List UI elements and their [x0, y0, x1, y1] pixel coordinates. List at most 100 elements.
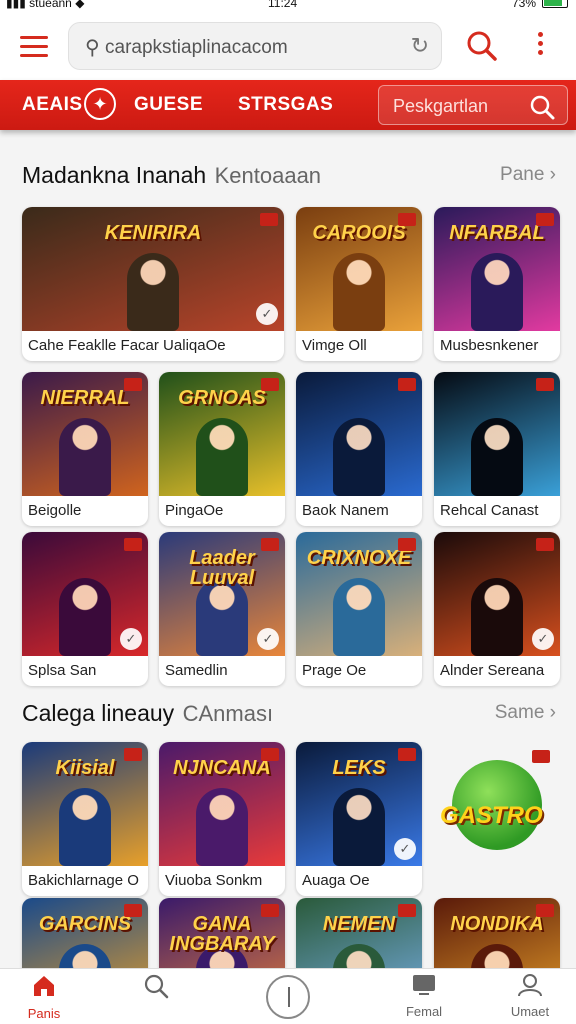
clock: 11:24	[268, 0, 298, 10]
section-subtitle: Kentoaaan	[214, 163, 322, 188]
game-logo-text: CAROOIS	[312, 222, 406, 244]
game-card-label: Alnder Sereana	[440, 662, 545, 679]
badge-icon	[398, 378, 416, 391]
home-icon	[34, 976, 54, 996]
game-thumbnail: ✓	[434, 532, 560, 656]
game-card[interactable]: LEKS ✓ Auaga Oe	[296, 742, 422, 896]
game-logo-text: NFARBAL	[449, 222, 545, 244]
game-logo-text: Laader Luuval	[189, 547, 255, 589]
game-card-label: Beigolle	[28, 502, 82, 519]
game-card[interactable]: Laader Luuval ✓ Samedlin	[159, 532, 285, 686]
hamburger-menu-button[interactable]	[20, 34, 50, 60]
game-card[interactable]: ✓ Splsa San	[22, 532, 148, 686]
badge-icon	[398, 748, 416, 761]
game-card[interactable]: NFARBAL Musbesnkener	[434, 207, 560, 361]
game-thumbnail: Kiisial	[22, 742, 148, 866]
brand-logo-icon[interactable]: ✦	[84, 88, 116, 120]
featured-game-tile[interactable]: GASTRO	[434, 742, 560, 862]
badge-icon	[124, 748, 142, 761]
game-card[interactable]: KENIRIRA ✓ Cahe Feaklle Facar UaliqaOe	[22, 207, 284, 361]
battery-percent: 73%	[511, 0, 536, 10]
game-card-label: Cahe Feaklle Facar UaliqaOe	[28, 337, 226, 354]
check-icon: ✓	[394, 838, 416, 860]
game-logo-text: LEKS	[332, 757, 386, 779]
section-more-link[interactable]: Same ›	[495, 702, 556, 724]
game-card[interactable]: Rehcal Canast	[434, 372, 560, 526]
character-figure	[471, 578, 523, 656]
bottom-nav-search[interactable]	[116, 973, 196, 1004]
game-thumbnail	[434, 372, 560, 496]
check-icon: ✓	[257, 628, 279, 650]
check-icon: ✓	[256, 303, 278, 325]
game-logo-text: CRIXNOXE	[306, 547, 412, 569]
more-options-button[interactable]	[532, 32, 548, 62]
game-card[interactable]: CAROOIS Vimge Oll	[296, 207, 422, 361]
game-card-label: Auaga Oe	[302, 872, 370, 889]
badge-icon	[536, 538, 554, 551]
bottom-nav: Panis Femal Umaet	[0, 968, 576, 1024]
game-logo-text: GANA INGBARAY	[169, 913, 275, 955]
game-logo-text: NIERRAL	[40, 387, 130, 409]
game-thumbnail: NIERRAL	[22, 372, 148, 496]
game-card[interactable]: Baok Nanem	[296, 372, 422, 526]
search-icon: ⚲	[85, 37, 100, 59]
game-card[interactable]: Kiisial Bakichlarnage O	[22, 742, 148, 896]
battery-icon	[542, 0, 568, 8]
badge-icon	[536, 378, 554, 391]
character-figure	[59, 788, 111, 866]
game-thumbnail: GRNOAS	[159, 372, 285, 496]
section-title: Calega lineauy	[22, 700, 175, 726]
bottom-nav-center-button[interactable]	[266, 975, 310, 1019]
game-card-label: Musbesnkener	[440, 337, 539, 354]
game-card-label: Viuoba Sonkm	[165, 872, 263, 889]
game-card[interactable]: ✓ Alnder Sereana	[434, 532, 560, 686]
game-thumbnail	[296, 372, 422, 496]
game-card[interactable]: NIERRAL Beigolle	[22, 372, 148, 526]
nav-tab-3[interactable]: STRSGAS	[238, 94, 333, 116]
badge-icon	[124, 904, 142, 917]
carrier-label: ▮▮▮ stueann ◆	[6, 0, 85, 10]
nav-tab-1[interactable]: AEAIS	[22, 94, 83, 116]
section-subtitle: CAnması	[182, 701, 274, 726]
game-card-label: Samedlin	[165, 662, 228, 679]
game-card-label: PingaOe	[165, 502, 224, 519]
section-more-link[interactable]: Pane ›	[500, 164, 556, 186]
search-button[interactable]	[466, 30, 498, 62]
bottom-nav-tv[interactable]: Femal	[384, 973, 464, 1019]
nav-tab-2[interactable]: GUESE	[134, 94, 203, 116]
game-logo-text: GRNOAS	[178, 387, 266, 409]
badge-icon	[261, 538, 279, 551]
section-header: Calega lineauy CAnması Same ›	[22, 700, 556, 730]
game-logo-text: NEMEN	[322, 913, 396, 935]
address-bar[interactable]: ⚲ carapkstiaplinacacom ↻	[68, 22, 442, 70]
game-thumbnail: Laader Luuval ✓	[159, 532, 285, 656]
game-logo-text: NONDIKA	[450, 913, 544, 935]
game-thumbnail: LEKS ✓	[296, 742, 422, 866]
badge-icon	[532, 750, 550, 763]
character-figure	[333, 578, 385, 656]
bottom-nav-profile[interactable]: Umaet	[490, 973, 570, 1019]
character-figure	[471, 253, 523, 331]
badge-icon	[536, 213, 554, 226]
nav-search-field[interactable]: Peskgartlan	[378, 85, 568, 125]
bottom-nav-home[interactable]: Panis	[4, 973, 84, 1021]
game-thumbnail: NFARBAL	[434, 207, 560, 331]
game-logo-text: GARCINS	[38, 913, 132, 935]
game-card[interactable]: NJNCANA Viuoba Sonkm	[159, 742, 285, 896]
game-card[interactable]: CRIXNOXE Prage Oe	[296, 532, 422, 686]
browser-toolbar: ⚲ carapkstiaplinacacom ↻	[0, 12, 576, 80]
game-thumbnail: ✓	[22, 532, 148, 656]
status-bar: ▮▮▮ stueann ◆ 11:24 73%	[0, 0, 576, 12]
game-logo-text: Kiisial	[55, 757, 115, 779]
game-card[interactable]: GRNOAS PingaOe	[159, 372, 285, 526]
reload-icon[interactable]: ↻	[411, 33, 429, 59]
check-icon: ✓	[532, 628, 554, 650]
game-logo-text: NJNCANA	[173, 757, 271, 779]
character-figure	[471, 418, 523, 496]
character-figure	[333, 418, 385, 496]
badge-icon	[398, 213, 416, 226]
user-icon	[518, 974, 542, 997]
badge-icon	[261, 378, 279, 391]
section-header: Madankna Inanah Kentoaaan Pane ›	[22, 162, 556, 192]
game-thumbnail: KENIRIRA ✓	[22, 207, 284, 331]
